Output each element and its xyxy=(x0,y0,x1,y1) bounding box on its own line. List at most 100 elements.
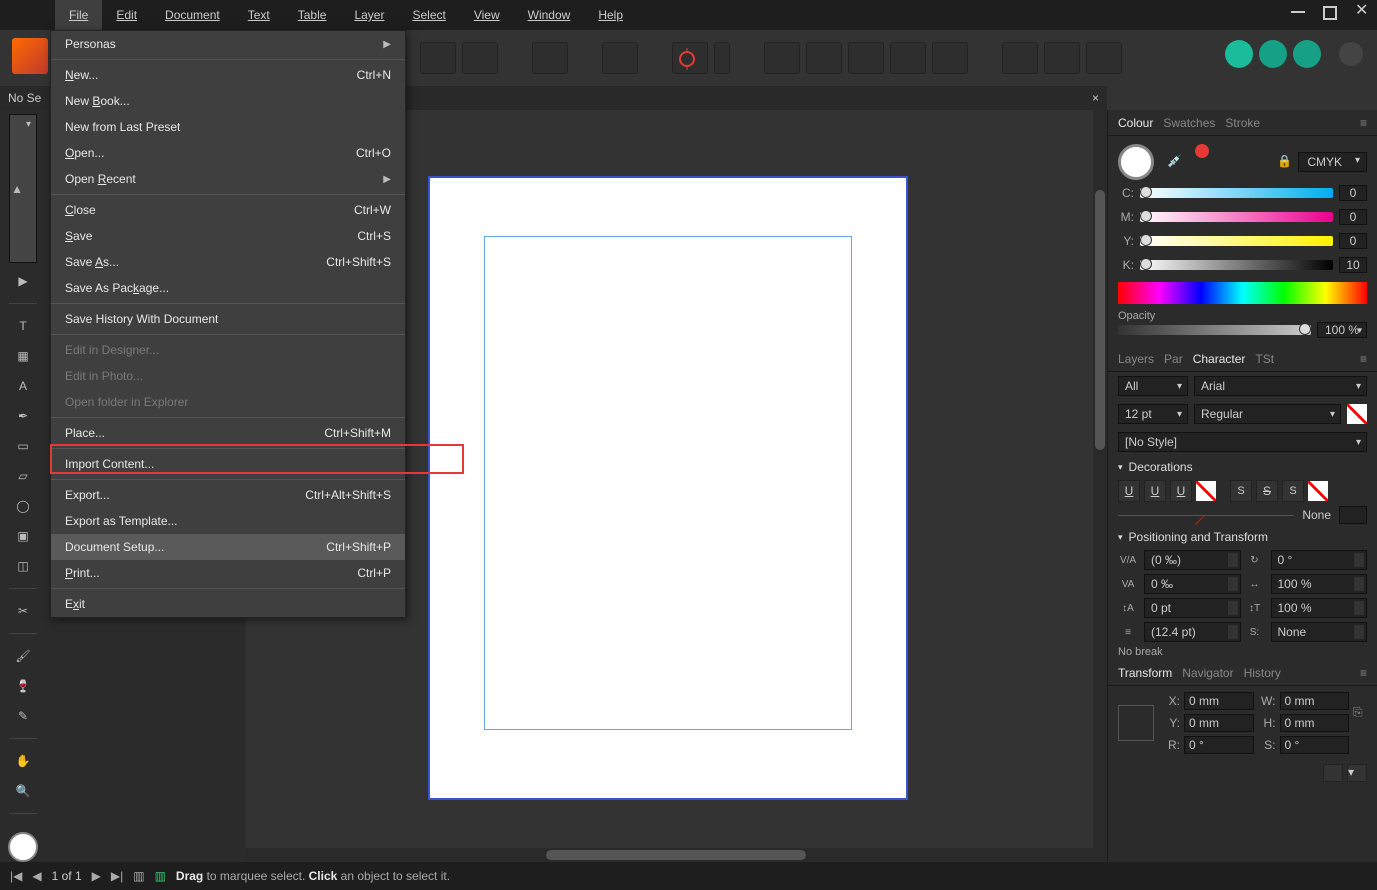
tracking-field[interactable]: 0 ‰ xyxy=(1144,574,1241,594)
toolbar-snap[interactable] xyxy=(672,42,708,74)
file-menu-item[interactable]: Save As...Ctrl+Shift+S xyxy=(51,249,405,275)
hscale-field[interactable]: 100 % xyxy=(1271,574,1368,594)
file-menu-item[interactable]: Export...Ctrl+Alt+Shift+S xyxy=(51,482,405,508)
toolbar-btn[interactable] xyxy=(1002,42,1038,74)
toolbar-btn[interactable] xyxy=(602,42,638,74)
toolbar-btn[interactable] xyxy=(532,42,568,74)
double-strike-btn[interactable]: S xyxy=(1256,480,1278,502)
k-slider[interactable] xyxy=(1140,260,1333,270)
first-page-icon[interactable]: |◀ xyxy=(10,869,22,883)
maximize-icon[interactable] xyxy=(1323,6,1337,20)
opacity-value[interactable]: 100 % xyxy=(1317,322,1367,338)
transparency-tool-icon[interactable]: 🍷 xyxy=(9,674,37,698)
font-size-select[interactable]: 12 pt xyxy=(1118,404,1188,424)
file-menu-item[interactable]: Save History With Document xyxy=(51,306,405,332)
file-menu-item[interactable]: Exit xyxy=(51,591,405,617)
transform-w-field[interactable]: 0 mm xyxy=(1280,692,1350,710)
anchor-point-selector[interactable] xyxy=(1118,705,1154,741)
text-style-select[interactable]: [No Style] xyxy=(1118,432,1367,452)
menu-window[interactable]: Window xyxy=(514,0,585,30)
strikethrough-btn[interactable]: S xyxy=(1230,480,1252,502)
menu-text[interactable]: Text xyxy=(234,0,284,30)
file-menu-item[interactable]: Open Recent▶ xyxy=(51,166,405,192)
font-weight-select[interactable]: Regular xyxy=(1194,404,1341,424)
picture-frame-tool-icon[interactable]: ▱ xyxy=(9,464,37,488)
toolbar-snap-menu[interactable] xyxy=(714,42,730,74)
eyedropper-icon[interactable]: 💉 xyxy=(1167,154,1187,174)
transform-r-field[interactable]: 0 ° xyxy=(1184,736,1254,754)
transform-y-field[interactable]: 0 mm xyxy=(1184,714,1254,732)
node-tool-icon[interactable]: ▶ xyxy=(9,269,37,293)
artistic-text-tool-icon[interactable]: A xyxy=(9,374,37,398)
transform-x-field[interactable]: 0 mm xyxy=(1184,692,1254,710)
document-tab-label[interactable]: No Se xyxy=(8,91,41,105)
tab-character[interactable]: Character xyxy=(1193,352,1246,366)
decoration-color-box[interactable] xyxy=(1339,506,1367,524)
tab-textstyles[interactable]: TSt xyxy=(1255,352,1274,366)
tab-swatches[interactable]: Swatches xyxy=(1163,116,1215,130)
tab-history[interactable]: History xyxy=(1244,666,1281,680)
ellipse-tool-icon[interactable]: ◯ xyxy=(9,494,37,518)
file-menu-item[interactable]: Export as Template... xyxy=(51,508,405,534)
strike-color-btn[interactable]: S xyxy=(1282,480,1304,502)
document-tab-close-icon[interactable]: × xyxy=(1092,91,1099,105)
tab-layers[interactable]: Layers xyxy=(1118,352,1154,366)
toolbar-btn[interactable] xyxy=(420,42,456,74)
toolbar-btn[interactable] xyxy=(462,42,498,74)
fill-tool-icon[interactable]: 🖌 xyxy=(9,644,37,668)
c-value[interactable]: 0 xyxy=(1339,185,1367,201)
panel-menu-icon[interactable]: ≡ xyxy=(1360,116,1367,130)
account-icon[interactable] xyxy=(1339,42,1363,66)
page[interactable] xyxy=(428,176,908,800)
toolbar-btn[interactable] xyxy=(932,42,968,74)
file-menu-item[interactable]: New from Last Preset xyxy=(51,114,405,140)
toolbar-btn[interactable] xyxy=(890,42,926,74)
vector-crop-tool-icon[interactable]: ◫ xyxy=(9,554,37,578)
file-menu-item[interactable]: New Book... xyxy=(51,88,405,114)
file-menu-item[interactable]: CloseCtrl+W xyxy=(51,197,405,223)
file-menu-item[interactable]: Import Content... xyxy=(51,451,405,477)
font-color-swatch[interactable] xyxy=(1347,404,1367,424)
transform-opts-icon[interactable] xyxy=(1323,764,1343,782)
tab-colour[interactable]: Colour xyxy=(1118,116,1153,130)
menu-layer[interactable]: Layer xyxy=(340,0,398,30)
menu-document[interactable]: Document xyxy=(151,0,234,30)
persona-publisher-icon[interactable] xyxy=(1225,40,1253,68)
strike-color-swatch[interactable] xyxy=(1308,481,1328,501)
transform-opts-menu-icon[interactable]: ▾ xyxy=(1347,764,1367,782)
eyedropper-tool-icon[interactable]: ✎ xyxy=(9,704,37,728)
fill-stroke-selector-icon[interactable] xyxy=(1118,144,1154,180)
menu-table[interactable]: Table xyxy=(284,0,341,30)
prev-page-icon[interactable]: ◀ xyxy=(32,869,41,883)
y-value[interactable]: 0 xyxy=(1339,233,1367,249)
menu-select[interactable]: Select xyxy=(398,0,459,30)
persona-designer-icon[interactable] xyxy=(1259,40,1287,68)
underline-color-btn[interactable]: U xyxy=(1170,480,1192,502)
persona-photo-icon[interactable] xyxy=(1293,40,1321,68)
preflight-icon[interactable]: ▥ xyxy=(155,869,166,883)
color-swatch-icon[interactable] xyxy=(8,832,38,862)
file-menu-item[interactable]: Open...Ctrl+O xyxy=(51,140,405,166)
positioning-header[interactable]: Positioning and Transform xyxy=(1108,526,1377,548)
menu-view[interactable]: View xyxy=(460,0,514,30)
file-menu-item[interactable]: Personas▶ xyxy=(51,31,405,57)
menu-edit[interactable]: Edit xyxy=(102,0,151,30)
font-filter-select[interactable]: All xyxy=(1118,376,1188,396)
kerning-field[interactable]: (0 ‰) xyxy=(1144,550,1241,570)
crop-tool-icon[interactable]: ✂ xyxy=(9,599,37,623)
transform-h-field[interactable]: 0 mm xyxy=(1280,714,1350,732)
rotation-field[interactable]: 0 ° xyxy=(1271,550,1368,570)
file-menu-item[interactable]: New...Ctrl+N xyxy=(51,62,405,88)
pen-tool-icon[interactable]: ✒ xyxy=(9,404,37,428)
baseline-field[interactable]: 0 pt xyxy=(1144,598,1241,618)
file-menu-item[interactable]: SaveCtrl+S xyxy=(51,223,405,249)
m-slider[interactable] xyxy=(1140,212,1333,222)
next-page-icon[interactable]: ▶ xyxy=(92,869,101,883)
transform-s-field[interactable]: 0 ° xyxy=(1280,736,1350,754)
toolbar-btn[interactable] xyxy=(806,42,842,74)
last-color-icon[interactable] xyxy=(1195,144,1209,158)
underline-color-swatch[interactable] xyxy=(1196,481,1216,501)
y-slider[interactable] xyxy=(1140,236,1333,246)
zoom-tool-icon[interactable]: 🔍 xyxy=(9,779,37,803)
rectangle-tool-icon[interactable]: ▭ xyxy=(9,434,37,458)
